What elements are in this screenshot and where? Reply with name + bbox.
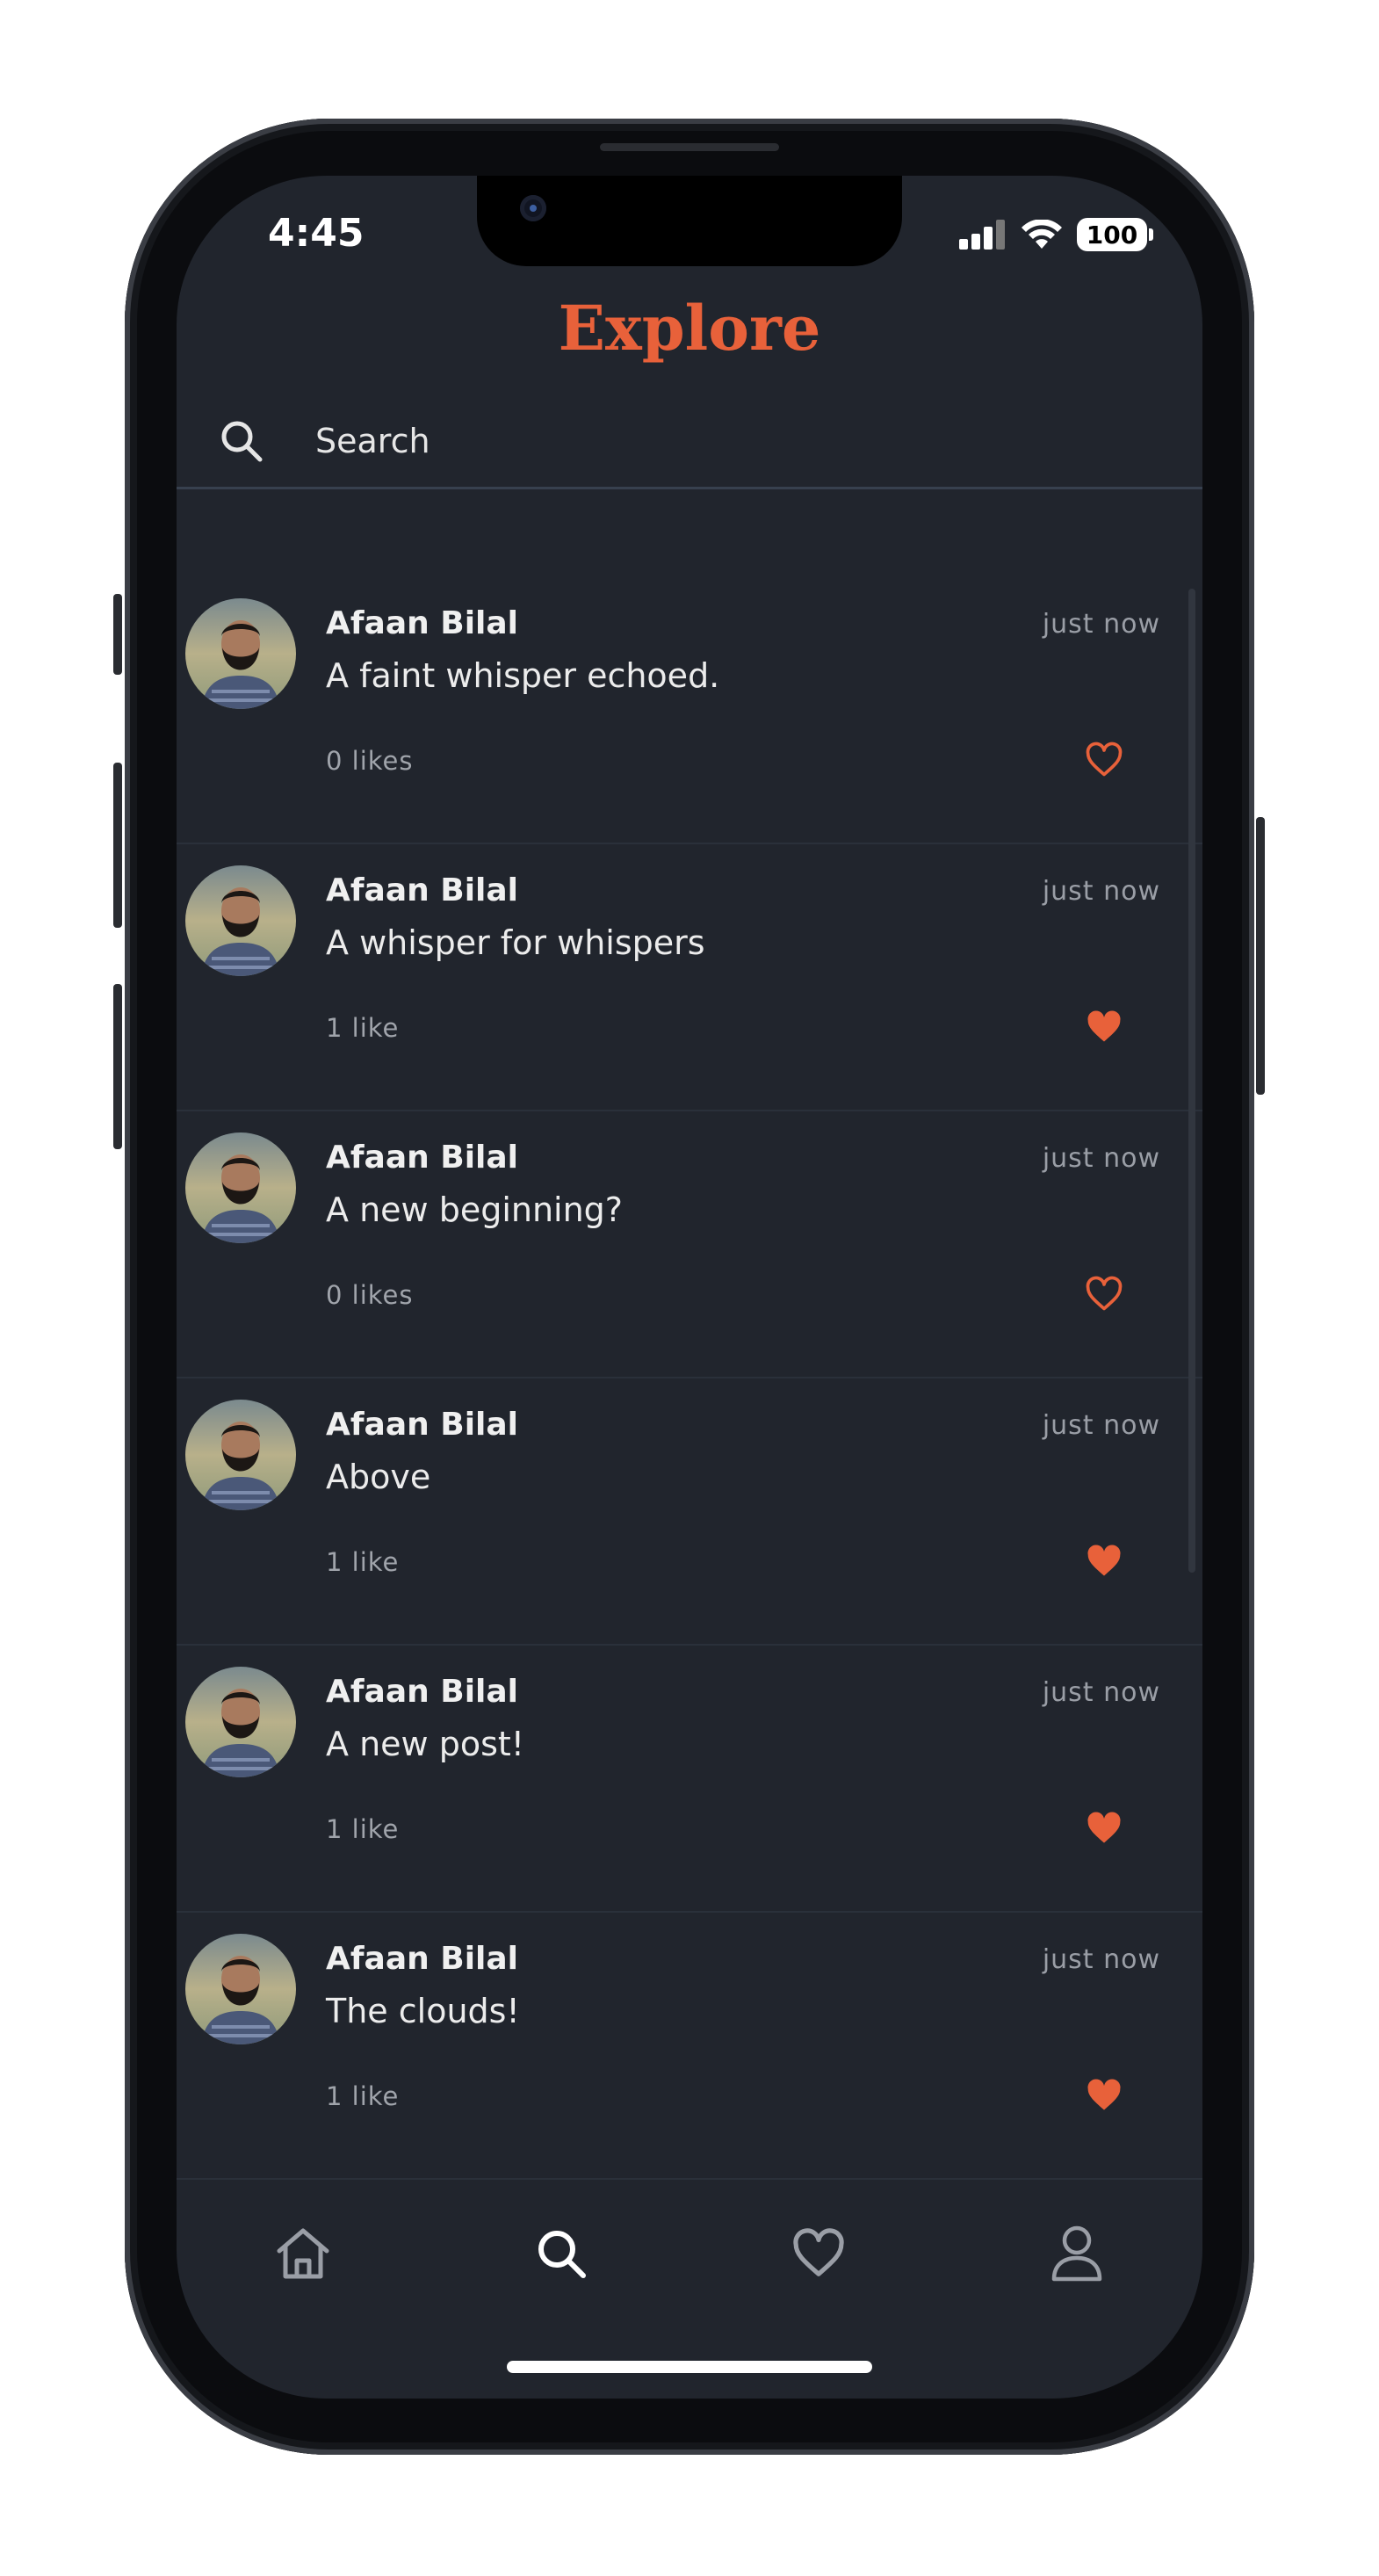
phone-power-button <box>1256 817 1265 1095</box>
post-text: A faint whisper echoed. <box>326 656 720 695</box>
app-screen: 4:45 100 Explore Search Afaan Bilal just… <box>177 176 1202 2399</box>
battery-tip <box>1149 228 1153 241</box>
search-icon <box>538 2231 586 2278</box>
post-author[interactable]: Afaan Bilal <box>326 1407 518 1443</box>
heart-filled-icon[interactable] <box>1085 1542 1123 1581</box>
post-item[interactable]: Afaan Bilal just now A new post! 1 like <box>177 1646 1202 1913</box>
avatar[interactable] <box>185 598 296 709</box>
search-input[interactable] <box>314 421 1020 461</box>
profile-icon <box>1051 2225 1102 2282</box>
search-icon <box>221 421 263 462</box>
phone-silent-switch <box>113 594 122 675</box>
post-text: A new post! <box>326 1725 524 1763</box>
avatar[interactable] <box>185 865 296 976</box>
post-time: just now <box>1042 876 1160 907</box>
post-item[interactable]: Afaan Bilal just now Above 1 like <box>177 1378 1202 1646</box>
avatar[interactable] <box>185 1667 296 1777</box>
post-like-count: 0 likes <box>326 746 414 776</box>
heart-filled-icon[interactable] <box>1085 1809 1123 1848</box>
post-like-count: 1 like <box>326 2081 400 2111</box>
tab-favorites[interactable] <box>779 2214 858 2293</box>
heart-filled-icon[interactable] <box>1085 2076 1123 2115</box>
search-bar[interactable] <box>177 395 1202 489</box>
phone-volume-down <box>113 984 122 1149</box>
status-time: 4:45 <box>268 211 365 256</box>
front-camera <box>520 195 546 221</box>
post-like-count: 1 like <box>326 1814 400 1844</box>
post-text: A new beginning? <box>326 1190 623 1229</box>
post-like-count: 0 likes <box>326 1280 414 1310</box>
battery-indicator: 100 <box>1077 218 1147 251</box>
post-time: just now <box>1042 1143 1160 1174</box>
avatar-image <box>185 1667 296 1777</box>
post-author[interactable]: Afaan Bilal <box>326 1674 518 1710</box>
status-icons: 100 <box>959 218 1153 251</box>
post-author[interactable]: Afaan Bilal <box>326 1140 518 1176</box>
avatar-image <box>185 598 296 709</box>
avatar-image <box>185 1400 296 1510</box>
heart-outline-icon[interactable] <box>1085 1275 1123 1313</box>
post-feed: Afaan Bilal just now A faint whisper ech… <box>177 577 1202 2180</box>
post-item[interactable]: Afaan Bilal just now A whisper for whisp… <box>177 844 1202 1111</box>
post-time: just now <box>1042 1677 1160 1708</box>
post-author[interactable]: Afaan Bilal <box>326 1941 518 1977</box>
post-time: just now <box>1042 1410 1160 1441</box>
post-like-count: 1 like <box>326 1013 400 1043</box>
page-title: Explore <box>558 292 821 365</box>
phone-speaker <box>600 143 779 151</box>
post-text: The clouds! <box>326 1992 520 2030</box>
bottom-tab-bar <box>177 2196 1202 2311</box>
avatar[interactable] <box>185 1934 296 2044</box>
home-indicator[interactable] <box>507 2361 872 2373</box>
post-item[interactable]: Afaan Bilal just now A new beginning? 0 … <box>177 1111 1202 1378</box>
heart-outline-icon[interactable] <box>1085 741 1123 779</box>
heart-filled-icon[interactable] <box>1085 1008 1123 1046</box>
phone-volume-up <box>113 763 122 928</box>
post-item[interactable]: Afaan Bilal just now A faint whisper ech… <box>177 577 1202 844</box>
avatar[interactable] <box>185 1400 296 1510</box>
post-like-count: 1 like <box>326 1547 400 1577</box>
feed-scrollbar[interactable] <box>1188 589 1195 1573</box>
post-author[interactable]: Afaan Bilal <box>326 872 518 908</box>
avatar-image <box>185 1934 296 2044</box>
post-item[interactable]: Afaan Bilal just now The clouds! 1 like <box>177 1913 1202 2180</box>
tab-search[interactable] <box>522 2214 601 2293</box>
post-time: just now <box>1042 609 1160 640</box>
cellular-signal-icon <box>959 220 1005 250</box>
post-text: A whisper for whispers <box>326 923 705 962</box>
post-text: Above <box>326 1458 431 1496</box>
avatar[interactable] <box>185 1132 296 1243</box>
avatar-image <box>185 1132 296 1243</box>
home-icon <box>277 2228 329 2279</box>
heart-icon <box>793 2228 844 2276</box>
tab-profile[interactable] <box>1037 2214 1116 2293</box>
post-time: just now <box>1042 1944 1160 1975</box>
post-author[interactable]: Afaan Bilal <box>326 605 518 641</box>
phone-notch <box>477 176 902 266</box>
tab-home[interactable] <box>264 2214 343 2293</box>
avatar-image <box>185 865 296 976</box>
wifi-icon <box>1022 220 1062 249</box>
